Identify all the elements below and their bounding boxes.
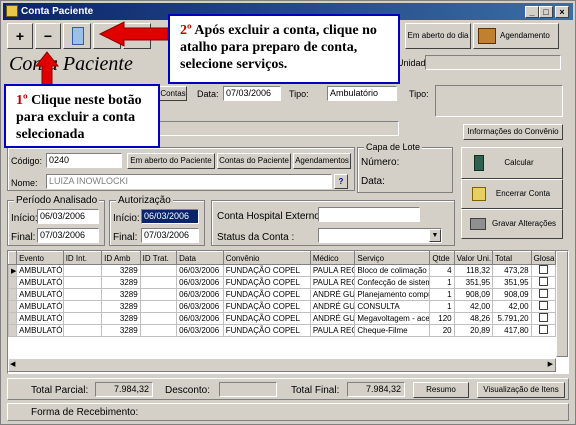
callout-step-1: 1º Clique neste botão para excluir a con… <box>4 84 160 148</box>
arrow-to-shortcut <box>98 21 169 47</box>
callout-step-2: 2º Após excluir a conta, clique no atalh… <box>168 14 400 84</box>
callout-1-number: 1º <box>16 93 28 108</box>
arrow-to-delete <box>34 51 60 89</box>
callout-2-text: Após excluir a conta, clique no atalho p… <box>180 23 377 72</box>
callout-1-text: Clique neste botão para excluir a conta … <box>16 93 142 142</box>
callout-2-number: 2º <box>180 23 192 38</box>
